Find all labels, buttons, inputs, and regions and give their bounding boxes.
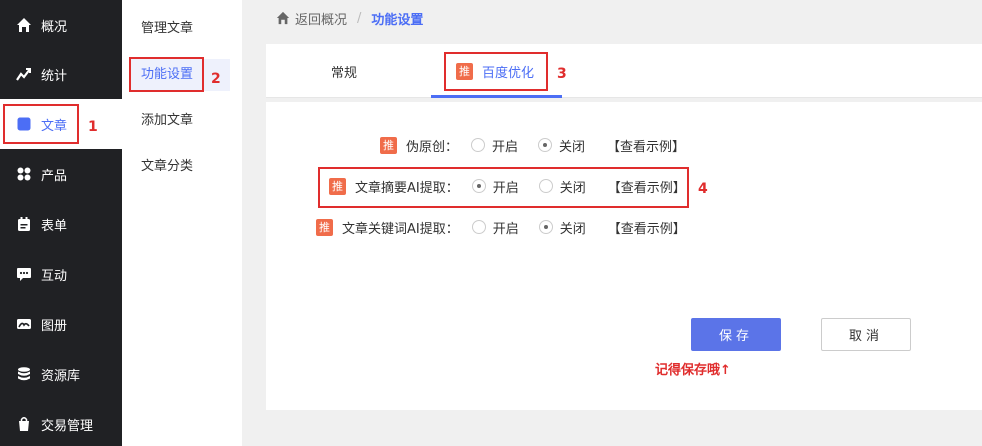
setting-label: 文章关键词AI提取：: [342, 221, 459, 237]
sidebar-item-label: 交易管理: [41, 418, 94, 434]
active-tab-indicator: [431, 95, 562, 98]
cancel-button[interactable]: 取消: [821, 318, 911, 351]
sidebar-item-overview[interactable]: 概况: [0, 0, 122, 50]
radio-circle: [471, 138, 486, 152]
breadcrumb: 返回概况 / 功能设置: [276, 8, 423, 28]
submenu-item-manage[interactable]: 管理文章: [130, 13, 230, 45]
sidebar-item-label: 产品: [41, 168, 68, 184]
radio-on[interactable]: 开启: [471, 218, 519, 237]
breadcrumb-separator: /: [357, 10, 362, 26]
annotation-box-4: [318, 167, 689, 208]
sidebar-item-stats[interactable]: 统计: [0, 49, 122, 99]
radio-off[interactable]: 关闭: [538, 218, 586, 237]
grid-icon: [16, 166, 32, 182]
main-sidebar: 概况 统计 文章 产品 表单 互动 图册 资源库 交易管理: [0, 0, 122, 446]
sidebar-item-interaction[interactable]: 互动: [0, 249, 122, 299]
recommend-badge: 推: [380, 136, 397, 154]
annotation-box-1: [3, 104, 79, 144]
annotation-number-3: 3: [557, 66, 567, 82]
sidebar-item-label: 表单: [41, 218, 68, 234]
breadcrumb-back-label: 返回概况: [295, 12, 348, 28]
chat-icon: [16, 266, 32, 282]
radio-label: 关闭: [559, 221, 586, 237]
sidebar-item-label: 图册: [41, 318, 68, 334]
database-icon: [16, 366, 32, 382]
breadcrumb-back-link[interactable]: 返回概况: [276, 9, 347, 28]
sidebar-item-gallery[interactable]: 图册: [0, 299, 122, 349]
radio-off[interactable]: 关闭: [538, 136, 585, 155]
annotation-number-1: 1: [88, 119, 98, 135]
radio-label: 开启: [492, 221, 519, 237]
submenu-item-category[interactable]: 文章分类: [130, 151, 230, 183]
page-background: [242, 410, 982, 446]
view-example-link[interactable]: 【查看示例】: [608, 218, 686, 237]
sidebar-item-label: 统计: [41, 68, 68, 84]
radio-label: 开启: [492, 139, 519, 155]
radio-label: 关闭: [559, 139, 586, 155]
form-icon: [16, 216, 32, 232]
gallery-icon: [16, 316, 32, 332]
sidebar-item-product[interactable]: 产品: [0, 149, 122, 199]
submenu-item-add[interactable]: 添加文章: [130, 105, 230, 137]
radio-circle: [471, 220, 486, 234]
setting-label: 伪原创：: [406, 139, 459, 155]
setting-row-keyword-ai: 推 文章关键词AI提取： 开启 关闭 【查看示例】: [316, 216, 686, 238]
recommend-badge: 推: [316, 218, 333, 236]
setting-row-pseudo-original: 推 伪原创： 开启 关闭 【查看示例】: [380, 134, 685, 156]
radio-circle-selected: [538, 138, 553, 152]
sidebar-item-label: 资源库: [41, 368, 81, 384]
radio-circle-selected: [538, 220, 553, 234]
view-example-link[interactable]: 【查看示例】: [607, 136, 685, 155]
home-icon: [16, 17, 32, 33]
save-button[interactable]: 保存: [691, 318, 781, 351]
annotation-box-2: [129, 57, 204, 92]
home-icon: [276, 11, 290, 25]
radio-on[interactable]: 开启: [471, 136, 518, 155]
chart-icon: [16, 66, 32, 82]
sidebar-item-form[interactable]: 表单: [0, 199, 122, 249]
sidebar-item-label: 互动: [41, 268, 68, 284]
sidebar-item-label: 概况: [41, 19, 68, 35]
sidebar-item-trade[interactable]: 交易管理: [0, 399, 122, 446]
sidebar-item-resource[interactable]: 资源库: [0, 349, 122, 399]
breadcrumb-current: 功能设置: [371, 12, 424, 28]
tab-general[interactable]: 常规: [331, 44, 357, 98]
annotation-number-4: 4: [698, 181, 708, 197]
settings-tabs: 常规 推 百度优化: [266, 44, 982, 98]
trade-icon: [16, 416, 32, 432]
annotation-box-3: [444, 52, 548, 91]
tab-label: 常规: [331, 65, 358, 81]
save-reminder: 记得保存哦↑: [655, 363, 731, 378]
annotation-number-2: 2: [211, 71, 221, 87]
